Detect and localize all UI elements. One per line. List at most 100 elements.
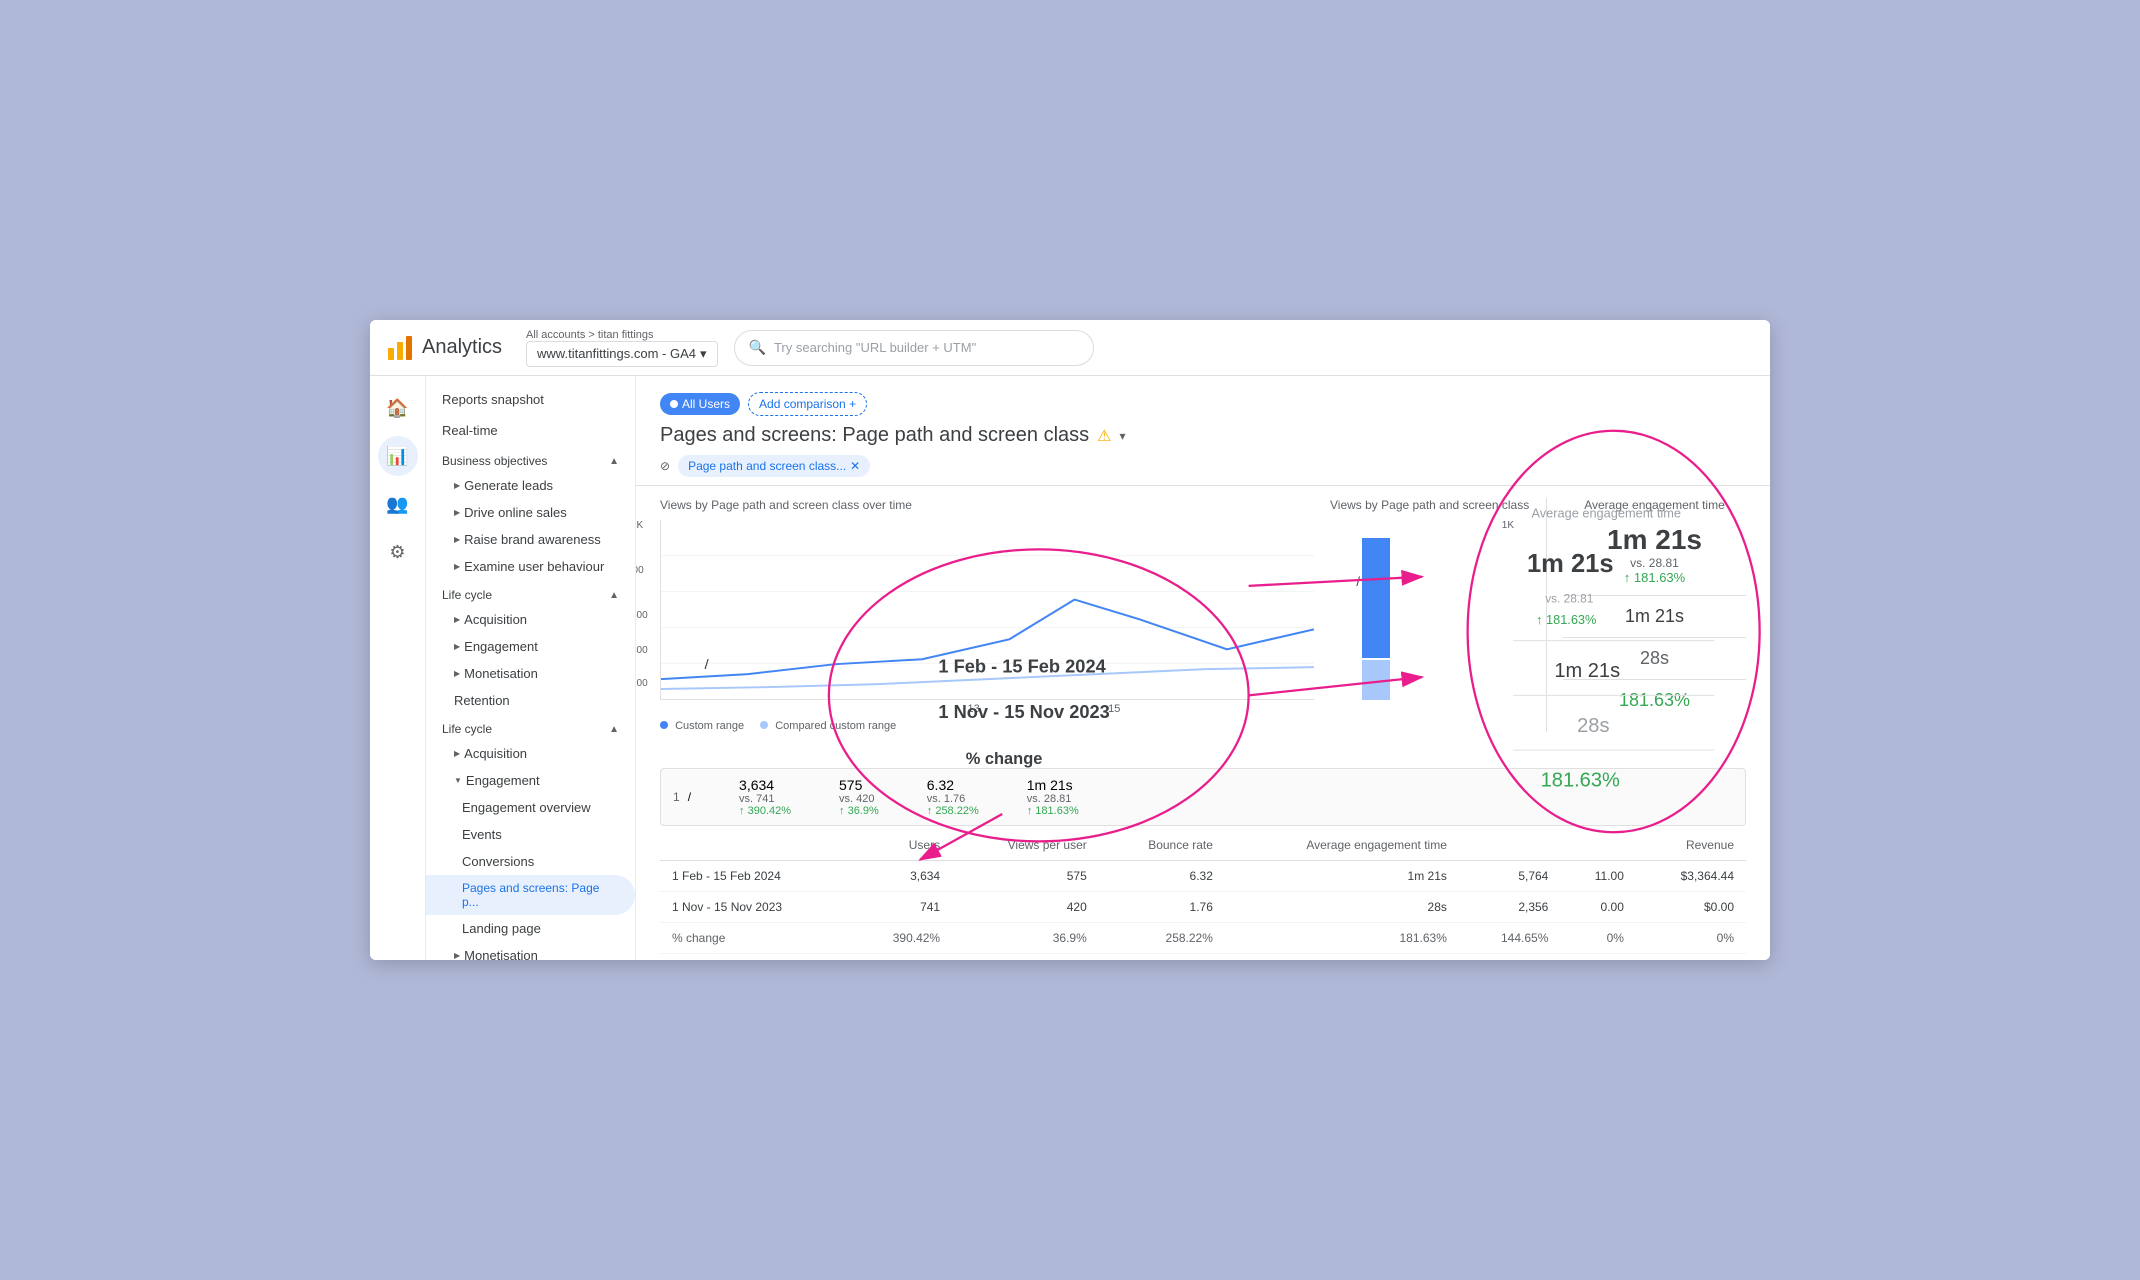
sidebar-item-events[interactable]: Events <box>426 821 635 848</box>
chevron-down-icon: ▾ <box>700 346 707 362</box>
row-pct-views: 36.9% <box>952 923 1099 954</box>
app-name: Analytics <box>422 336 502 359</box>
sub-pct: 181.63% <box>1563 690 1746 711</box>
row-feb-revenue: $3,364.44 <box>1636 861 1746 892</box>
y-label-800: 800 <box>636 565 644 576</box>
row-nov-col7: 0.00 <box>1560 892 1636 923</box>
table-row-pct: % change 390.42% 36.9% 258.22% 181.63% 1… <box>660 923 1746 954</box>
close-icon[interactable]: ✕ <box>850 459 860 473</box>
row-nov-revenue: $0.00 <box>1636 892 1746 923</box>
svg-text:/: / <box>705 658 710 673</box>
sidebar-item-engagement-1[interactable]: ▶ Engagement <box>426 633 635 660</box>
people-nav-icon[interactable]: 👥 <box>378 484 418 524</box>
page-title-row: All Users Add comparison + <box>660 392 1746 416</box>
summary-views-pct: ↑ 36.9% <box>839 805 879 817</box>
col-header-revenue: Revenue <box>1636 830 1746 861</box>
sidebar-item-conversions[interactable]: Conversions <box>426 848 635 875</box>
sidebar-section-lifecycle-2[interactable]: Life cycle ▲ <box>426 714 635 740</box>
data-table: Users Views per user Bounce rate Average… <box>660 830 1746 954</box>
filter-icon: ⊘ <box>660 459 670 473</box>
summary-views-vs: vs. 420 <box>839 793 879 805</box>
sidebar-section-business-objectives[interactable]: Business objectives ▲ <box>426 446 635 472</box>
avg-engagement-vs: vs. 28.81 <box>1563 556 1746 570</box>
page-title-dropdown-icon[interactable]: ▾ <box>1120 429 1126 443</box>
main-content: All Users Add comparison + Pages and scr… <box>636 376 1770 960</box>
sidebar-item-engagement-overview[interactable]: Engagement overview <box>426 794 635 821</box>
col-header-engagement: Average engagement time <box>1225 830 1459 861</box>
home-nav-icon[interactable]: 🏠 <box>378 388 418 428</box>
bar-chart-title: Views by Page path and screen class <box>1330 498 1530 512</box>
chart-nav-icon[interactable]: 📊 <box>378 436 418 476</box>
all-users-pill[interactable]: All Users <box>660 393 740 415</box>
bar-y-label: 1K <box>1502 520 1514 531</box>
y-label-1k: 1K <box>636 520 643 531</box>
search-icon: 🔍 <box>749 339 766 356</box>
sidebar-item-raise-brand-awareness[interactable]: ▶ Raise brand awareness <box>426 526 635 553</box>
bar-group-slash <box>1346 538 1406 700</box>
sidebar-item-reports-snapshot[interactable]: Reports snapshot <box>426 384 635 415</box>
x-axis-label-15: 15 <box>1108 703 1120 715</box>
row-feb-engagement: 1m 21s <box>1225 861 1459 892</box>
row-path: / <box>688 790 691 804</box>
filter-chip-page-path[interactable]: Page path and screen class... ✕ <box>678 455 870 477</box>
row-nov-col6: 2,356 <box>1459 892 1560 923</box>
row-nov-bounce: 1.76 <box>1099 892 1225 923</box>
row-pct-revenue: 0% <box>1636 923 1746 954</box>
chevron-up-icon: ▲ <box>609 724 619 735</box>
legend-compared: Compared custom range <box>760 720 896 732</box>
col-header-users: Users <box>851 830 952 861</box>
row-pct-bounce: 258.22% <box>1099 923 1225 954</box>
lifecycle-label-2: Life cycle <box>442 722 492 736</box>
property-selector[interactable]: www.titanfittings.com - GA4 ▾ <box>526 341 717 367</box>
chevron-up-icon: ▲ <box>609 456 619 467</box>
sidebar-section-lifecycle-1[interactable]: Life cycle ▲ <box>426 580 635 606</box>
row-feb-col7: 11.00 <box>1560 861 1636 892</box>
line-chart-title: Views by Page path and screen class over… <box>660 498 1314 512</box>
row-nov-engagement: 28s <box>1225 892 1459 923</box>
sidebar-item-monetisation-2[interactable]: ▶ Monetisation <box>426 942 635 960</box>
search-bar[interactable]: 🔍 Try searching "URL builder + UTM" <box>734 330 1094 366</box>
sidebar-item-landing-page[interactable]: Landing page <box>426 915 635 942</box>
sidebar-item-drive-online-sales[interactable]: ▶ Drive online sales <box>426 499 635 526</box>
sidebar-item-pages-screens[interactable]: Pages and screens: Page p... <box>426 875 635 915</box>
avg-engagement-pct: ↑ 181.63% <box>1563 570 1746 585</box>
sidebar-item-engagement-2[interactable]: ▼ Engagement <box>426 767 635 794</box>
avg-engagement-values: 1m 21s vs. 28.81 ↑ 181.63% 1m 21s 28s 18… <box>1563 524 1746 711</box>
search-placeholder: Try searching "URL builder + UTM" <box>774 340 976 355</box>
sidebar-item-realtime[interactable]: Real-time <box>426 415 635 446</box>
page-title: Pages and screens: Page path and screen … <box>660 424 1089 447</box>
bar-main <box>1362 538 1390 658</box>
sidebar-item-generate-leads[interactable]: ▶ Generate leads <box>426 472 635 499</box>
summary-engagement-vs: vs. 28.81 <box>1027 793 1079 805</box>
settings-nav-icon[interactable]: ⚙ <box>378 532 418 572</box>
sidebar-item-acquisition-1[interactable]: ▶ Acquisition <box>426 606 635 633</box>
sidebar-item-acquisition-2[interactable]: ▶ Acquisition <box>426 740 635 767</box>
business-objectives-label: Business objectives <box>442 454 547 468</box>
sidebar-item-retention-1[interactable]: Retention <box>426 687 635 714</box>
breadcrumb: All accounts > titan fittings <box>526 329 717 341</box>
sidebar-item-monetisation-1[interactable]: ▶ Monetisation <box>426 660 635 687</box>
line-chart-svg: / <box>661 520 1314 699</box>
row-pct-label: % change <box>660 923 851 954</box>
summary-users-pct: ↑ 390.42% <box>739 805 791 817</box>
legend-dot-compared <box>760 721 768 729</box>
col-header-col6 <box>1459 830 1560 861</box>
add-comparison-button[interactable]: Add comparison + <box>748 392 867 416</box>
summary-engagement: 1m 21s <box>1027 777 1079 793</box>
data-table-area: 1 / 3,634 vs. 741 ↑ 390.42% 575 vs. 420 … <box>636 752 1770 954</box>
analytics-logo-icon <box>386 334 414 362</box>
x-axis-label-13: 13 <box>968 703 980 715</box>
triangle-icon: ▶ <box>454 951 460 960</box>
col-header-col7 <box>1560 830 1636 861</box>
bar-chart: 1K / <box>1330 520 1530 700</box>
legend-custom: Custom range <box>660 720 744 732</box>
summary-panel: Average engagement time 1m 21s vs. 28.81… <box>1546 498 1746 732</box>
row-pct-engagement: 181.63% <box>1225 923 1459 954</box>
row-nov-users: 741 <box>851 892 952 923</box>
y-label-600: 600 <box>636 610 648 621</box>
row-num: 1 <box>673 790 680 804</box>
sidebar-item-examine-user-behaviour[interactable]: ▶ Examine user behaviour <box>426 553 635 580</box>
filter-chips-row: ⊘ Page path and screen class... ✕ <box>660 455 1746 477</box>
row-feb-label: 1 Feb - 15 Feb 2024 <box>660 861 851 892</box>
y-label-200: 200 <box>636 678 648 689</box>
